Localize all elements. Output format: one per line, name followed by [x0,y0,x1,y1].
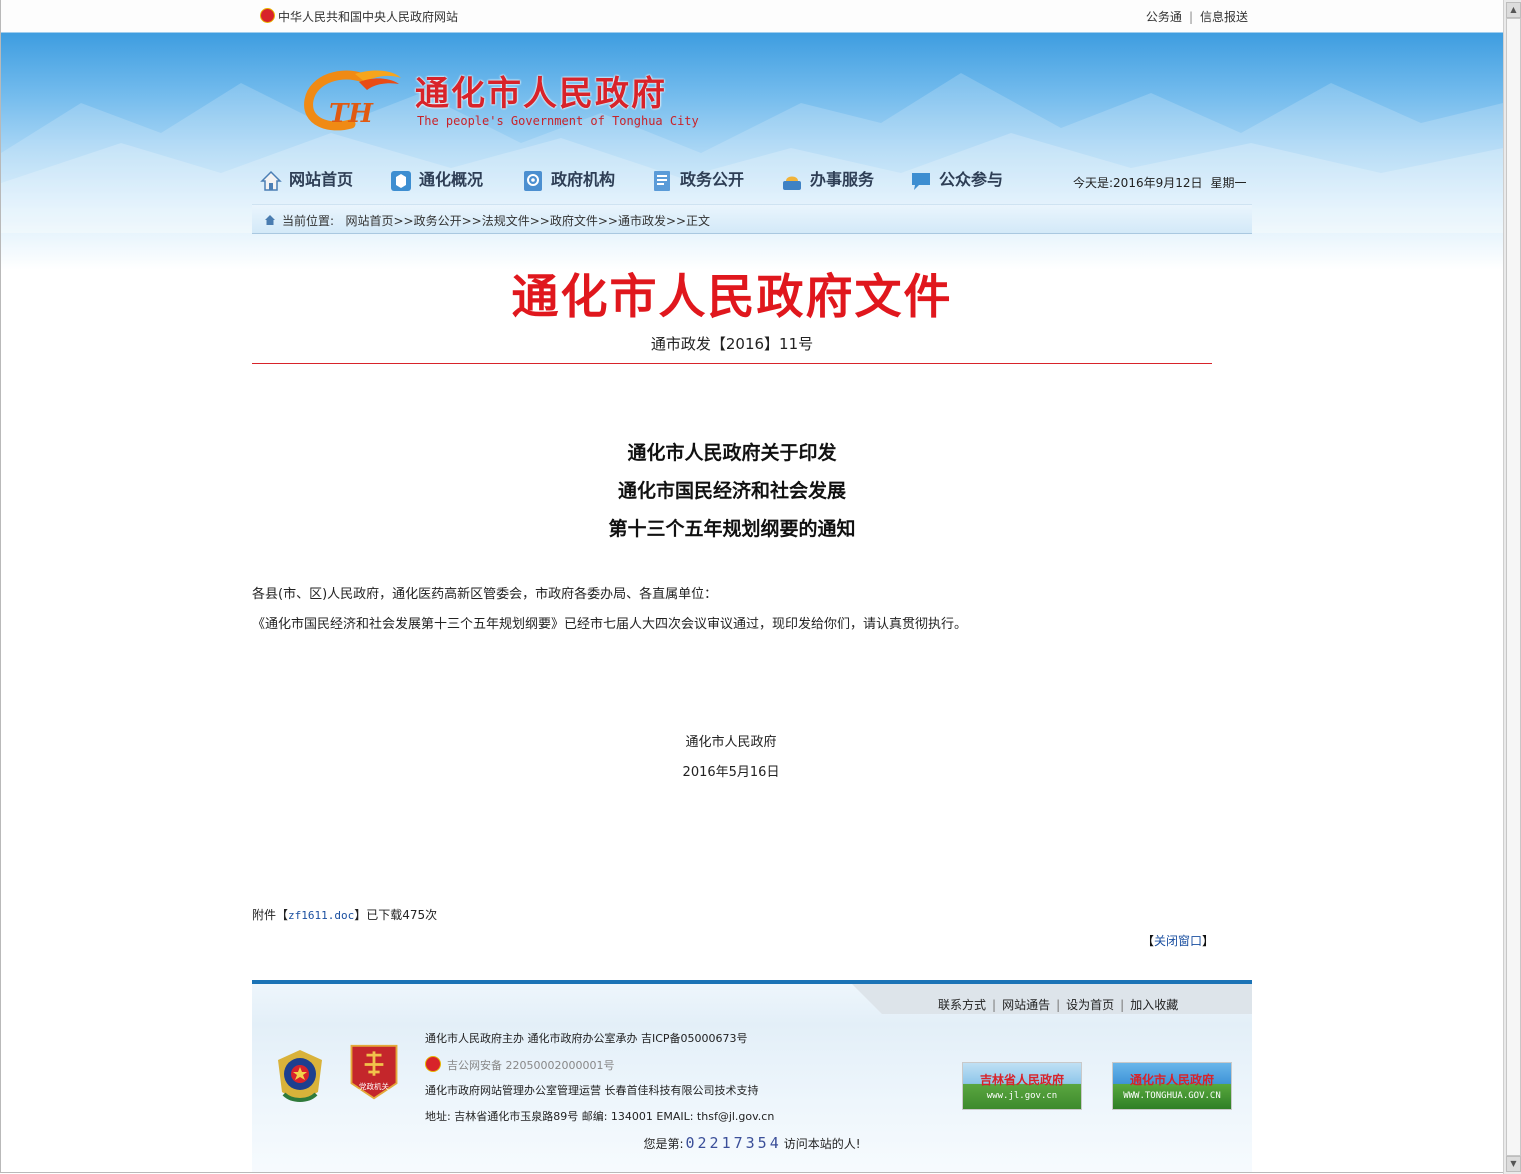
nav-label: 办事服务 [810,170,875,189]
host-info: 通化市人民政府主办 通化市政府办公室承办 吉ICP备05000673号 [425,1032,748,1045]
attachment-link[interactable]: zf1611.doc [288,909,354,922]
site-title: 通化市人民政府 [415,74,667,114]
date-label: 今天是:2016年9月12日 [1073,176,1203,190]
counter-digits: 02217354 [685,1134,782,1152]
bracket-open: 【 [1142,934,1155,948]
tonghua-logo-icon: TH [304,70,401,131]
nav-label: 政务公开 [680,170,745,189]
nav-item-service[interactable]: 办事服务 [780,164,874,196]
document-header: 通化市人民政府文件 [511,270,953,325]
notice-title-line: 通化市人民政府关于印发 [627,442,837,464]
addressee: 各县(市、区)人民政府，通化医药高新区管委会，市政府各委办局、各直属单位： [252,587,718,602]
nav-item-home[interactable]: 网站首页 [259,164,353,196]
close-window-label[interactable]: 关闭窗口 [1154,934,1202,948]
scroll-up-arrow-icon[interactable]: ▲ [1506,2,1521,18]
nav-label: 通化概况 [419,170,484,189]
info-report-link[interactable]: 信息报送 [1200,10,1248,24]
nav-item-overview[interactable]: 通化概况 [389,164,483,196]
site-logo[interactable]: TH 通化市人民政府 The people's Government of To… [303,64,723,136]
divider: | [1120,998,1125,1012]
operator-info: 通化市政府网站管理办公室管理运营 长春首佳科技有限公司技术支持 [425,1084,759,1097]
central-gov-link[interactable]: 中华人民共和国中央人民政府网站 [278,10,458,24]
mountain-backdrop [1,73,1503,233]
site-subtitle: The people's Government of Tonghua City [417,114,699,128]
top-bar: 中华人民共和国中央人民政府网站 公务通 | 信息报送 [252,0,1252,32]
jilin-gov-banner[interactable]: 吉林省人民政府 www.jl.gov.cn [962,1062,1082,1110]
home-icon [260,170,282,191]
speech-bubble-icon [912,172,930,190]
notice-title-line: 通化市国民经济和社会发展 [617,480,846,502]
national-emblem-icon [260,8,275,23]
current-date: 今天是:2016年9月12日 星期一 [1073,174,1247,191]
body-paragraph: 《通化市国民经济和社会发展第十三个五年规划纲要》已经市七届人大四次会议审议通过，… [252,617,968,632]
counter-suffix: 访问本站的人! [783,1137,861,1151]
tonghua-gov-banner[interactable]: 通化市人民政府 WWW.TONGHUA.GOV.CN [1112,1062,1232,1110]
police-badge-icon[interactable] [272,1046,328,1106]
close-window-button[interactable]: 【关闭窗口】 [1142,932,1214,949]
footer-links: 联系方式 | 网站通告 | 设为首页 | 加入收藏 [938,996,1178,1013]
counter-prefix: 您是第: [643,1137,684,1151]
disclosure-icon [654,170,670,191]
scroll-thumb[interactable] [1506,18,1521,1156]
top-links: 公务通 | 信息报送 [1146,0,1248,34]
public-security-icon [425,1056,441,1072]
party-government-badge-icon[interactable]: 党政机关 [346,1042,402,1102]
gongwutong-link[interactable]: 公务通 [1146,10,1182,24]
breadcrumb-label: 当前位置: [282,214,335,228]
red-divider [252,363,1212,364]
address-info: 地址: 吉林省通化市玉泉路89号 邮编: 134001 EMAIL: thsf@… [425,1110,775,1123]
attachment-prefix: 附件【 [252,908,289,922]
attachment-suffix: 】已下载475次 [354,908,438,922]
banner-url: www.jl.gov.cn [986,1091,1058,1101]
breadcrumb: 当前位置: 网站首页>>政务公开>>法规文件>>政府文件>>通市政发>>正文 [264,212,710,229]
signature-block: 通化市人民政府 2016年5月16日 [661,728,801,788]
visitor-counter: 您是第: 02217354 访问本站的人! [252,1134,1252,1152]
add-favorite-link[interactable]: 加入收藏 [1130,998,1178,1012]
document-body: 各县(市、区)人民政府，通化医药高新区管委会，市政府各委办局、各直属单位： 《通… [252,580,1212,640]
divider: | [1188,10,1193,24]
police-record-text: 吉公网安备 22050002000001号 [447,1059,615,1072]
browser-page: 中华人民共和国中央人民政府网站 公务通 | 信息报送 TH 通化市人民政府 The … [0,0,1504,1173]
notice-title-line: 第十三个五年规划纲要的通知 [608,518,856,540]
banner-title: 通化市人民政府 [1129,1073,1214,1087]
police-record[interactable]: 吉公网安备 22050002000001号 [425,1056,614,1073]
notice-link[interactable]: 网站通告 [1002,998,1050,1012]
vertical-scrollbar[interactable]: ▲ ▼ [1503,0,1521,1174]
bracket-close: 】 [1202,934,1215,948]
nav-label: 政府机构 [551,170,616,189]
contact-link[interactable]: 联系方式 [938,998,986,1012]
document-number: 通市政发【2016】11号 [650,335,814,353]
footer: 联系方式 | 网站通告 | 设为首页 | 加入收藏 党政机关 通化市人民政府主办 通化市政府… [252,980,1252,1172]
set-homepage-link[interactable]: 设为首页 [1066,998,1114,1012]
badge-label: 党政机关 [359,1081,389,1091]
nav-item-disclosure[interactable]: 政务公开 [650,164,744,196]
institution-icon [524,170,542,191]
attachment-line: 附件【zf1611.doc】已下载475次 [252,906,437,923]
nav-item-institution[interactable]: 政府机构 [521,164,615,196]
divider: | [1056,998,1061,1012]
nav-item-participation[interactable]: 公众参与 [909,164,1003,196]
weekday: 星期一 [1210,176,1247,190]
service-icon [783,176,801,190]
banner-url: WWW.TONGHUA.GOV.CN [1123,1091,1221,1101]
logo-letters: TH [329,99,374,129]
breadcrumb-path[interactable]: 网站首页>>政务公开>>法规文件>>政府文件>>通市政发>>正文 [346,214,711,228]
breadcrumb-bar: 当前位置: 网站首页>>政务公开>>法规文件>>政府文件>>通市政发>>正文 [252,204,1252,234]
footer-tab-slope [852,984,882,1014]
nav-label: 公众参与 [939,170,1004,189]
signature-date: 2016年5月16日 [682,765,780,780]
notice-title: 通化市人民政府关于印发 通化市国民经济和社会发展 第十三个五年规划纲要的通知 [252,434,1212,548]
banner-title: 吉林省人民政府 [979,1073,1064,1087]
divider: | [992,998,997,1012]
signature-org: 通化市人民政府 [685,735,777,750]
scroll-down-arrow-icon[interactable]: ▼ [1506,1156,1521,1172]
nav-label: 网站首页 [289,170,354,189]
home-icon [265,215,275,225]
overview-icon [391,170,411,191]
